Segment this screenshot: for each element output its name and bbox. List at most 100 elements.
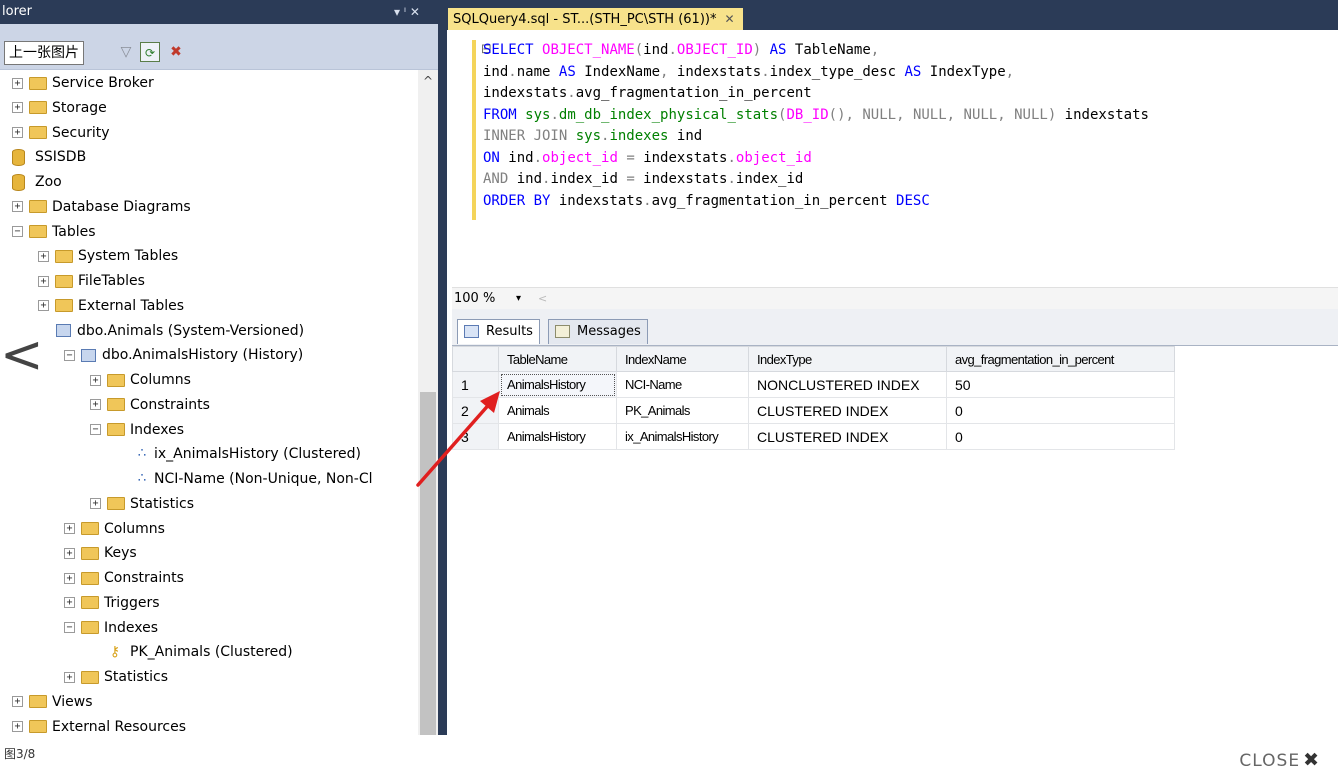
tree-item[interactable]: − dbo.AnimalsHistory (History) xyxy=(64,343,303,367)
table-cell[interactable]: ix_AnimalsHistory xyxy=(616,423,749,450)
tree-item[interactable]: − Indexes xyxy=(90,418,184,442)
expand-icon[interactable]: + xyxy=(38,300,49,312)
window-controls-icon[interactable]: ▾ ᴵ ✕ xyxy=(394,0,420,24)
tree-item[interactable]: + Service Broker xyxy=(12,71,154,95)
code-token: indexstats xyxy=(483,85,568,101)
row-number-header[interactable] xyxy=(452,346,499,372)
column-header[interactable]: IndexName xyxy=(616,346,749,372)
tree-item[interactable]: dbo.Animals (System-Versioned) xyxy=(56,319,304,343)
tab-sqlquery4[interactable]: SQLQuery4.sql - ST...(STH_PC\STH (61))* ✕ xyxy=(448,8,743,30)
close-button[interactable]: CLOSE ✖ xyxy=(1239,749,1320,770)
code-token: ) xyxy=(1047,106,1065,123)
tree-item[interactable]: + Constraints xyxy=(64,566,184,590)
table-cell[interactable]: AnimalsHistory xyxy=(498,423,617,450)
close-tab-icon[interactable]: ✕ xyxy=(724,12,734,26)
tree-item[interactable]: + FileTables xyxy=(38,269,145,293)
tree-item-label: System Tables xyxy=(78,248,179,265)
tree-item[interactable]: Zoo xyxy=(12,170,62,194)
tree-item[interactable]: + Constraints xyxy=(90,393,210,417)
tree-item[interactable]: ∴ NCI-Name (Non-Unique, Non-Cl xyxy=(134,467,373,491)
tab-messages[interactable]: Messages xyxy=(548,319,648,344)
column-header[interactable]: TableName xyxy=(498,346,617,372)
tree-item[interactable]: + External Tables xyxy=(38,294,184,318)
tree-item[interactable]: + Security xyxy=(12,121,110,145)
table-cell[interactable]: CLUSTERED INDEX xyxy=(748,397,947,424)
tree-item[interactable]: + Statistics xyxy=(90,492,194,516)
collapse-icon[interactable]: − xyxy=(64,349,75,361)
tree-item-label: Database Diagrams xyxy=(52,198,191,215)
expand-icon[interactable]: + xyxy=(38,275,49,287)
expand-icon[interactable]: + xyxy=(64,597,75,609)
folder-icon xyxy=(107,497,125,511)
code-line: ON ind.object_id = indexstats.object_id xyxy=(483,148,1149,170)
tree-item[interactable]: ⚷ PK_Animals (Clustered) xyxy=(108,640,293,664)
database-icon xyxy=(12,173,25,191)
stop-icon[interactable]: ✖ xyxy=(166,42,186,62)
tree-item[interactable]: + External Resources xyxy=(12,715,186,736)
collapse-icon[interactable]: − xyxy=(90,424,101,435)
table-cell[interactable]: 0 xyxy=(946,397,1175,424)
zoom-bar: 100 % ▾ < xyxy=(452,287,1338,309)
expand-icon[interactable]: + xyxy=(90,498,101,510)
zoom-dropdown-icon[interactable]: ▾ xyxy=(516,288,521,310)
code-line: FROM sys.dm_db_index_physical_stats(DB_I… xyxy=(483,105,1149,127)
column-header[interactable]: avg_fragmentation_in_percent xyxy=(946,346,1175,372)
annotation-arrow xyxy=(416,391,500,487)
tree-item-label: Security xyxy=(52,124,110,141)
expand-icon[interactable]: + xyxy=(12,696,23,708)
expand-icon[interactable]: + xyxy=(90,374,101,386)
tree-item[interactable]: + System Tables xyxy=(38,244,178,268)
code-token: avg_fragmentation_in_percent xyxy=(575,85,812,101)
expand-icon[interactable]: + xyxy=(12,201,23,213)
expand-icon[interactable]: + xyxy=(12,721,23,732)
tree-item[interactable]: ∴ ix_AnimalsHistory (Clustered) xyxy=(134,442,361,466)
table-cell[interactable]: 50 xyxy=(946,371,1175,398)
tree-item[interactable]: + Database Diagrams xyxy=(12,195,191,219)
previous-image-tooltip[interactable]: 上一张图片 xyxy=(4,41,84,65)
table-cell[interactable]: NONCLUSTERED INDEX xyxy=(748,371,947,398)
table-cell[interactable]: 0 xyxy=(946,423,1175,450)
tree-item[interactable]: + Triggers xyxy=(64,591,160,615)
zoom-level[interactable]: 100 % xyxy=(454,288,495,310)
table-cell[interactable]: NCI-Name xyxy=(616,371,749,398)
tab-results[interactable]: Results xyxy=(457,319,540,344)
tree-item[interactable]: + Keys xyxy=(64,541,137,565)
tree-item[interactable]: + Columns xyxy=(90,368,191,392)
table-icon xyxy=(56,324,71,337)
expand-icon[interactable]: + xyxy=(12,127,23,138)
tree-item[interactable]: + Storage xyxy=(12,96,107,120)
tree-item[interactable]: + Views xyxy=(12,690,93,714)
collapse-icon[interactable]: − xyxy=(12,226,23,237)
refresh-icon[interactable]: ⟳ xyxy=(140,42,160,62)
code-token: IndexName xyxy=(584,63,661,80)
expand-icon[interactable]: + xyxy=(64,572,75,584)
expand-icon[interactable]: + xyxy=(64,523,75,534)
horizontal-scroll-left-icon[interactable]: < xyxy=(538,288,547,310)
scroll-up-icon[interactable]: ^ xyxy=(418,74,438,88)
code-token: . xyxy=(761,63,770,80)
table-cell[interactable]: PK_Animals xyxy=(616,397,749,424)
code-token: DESC xyxy=(896,192,930,209)
table-cell[interactable]: AnimalsHistory xyxy=(498,371,617,398)
filter-icon[interactable]: ▽ xyxy=(116,42,136,62)
previous-image-arrow-icon[interactable]: < xyxy=(0,329,44,381)
expand-icon[interactable]: + xyxy=(12,102,23,114)
sql-code-editor[interactable]: SELECT OBJECT_NAME(ind.OBJECT_ID) AS Tab… xyxy=(483,40,1149,212)
tree-item[interactable]: − Indexes xyxy=(64,616,158,640)
column-header[interactable]: IndexType xyxy=(748,346,947,372)
expand-icon[interactable]: + xyxy=(38,250,49,262)
collapse-icon[interactable]: − xyxy=(64,622,75,633)
expand-icon[interactable]: + xyxy=(64,547,75,559)
expand-icon[interactable]: + xyxy=(12,77,23,89)
folder-icon xyxy=(29,225,47,238)
tree-item[interactable]: − Tables xyxy=(12,220,96,244)
code-line: SELECT OBJECT_NAME(ind.OBJECT_ID) AS Tab… xyxy=(483,40,1149,62)
table-cell[interactable]: Animals xyxy=(498,397,617,424)
expand-icon[interactable]: + xyxy=(90,399,101,411)
expand-icon[interactable]: + xyxy=(64,671,75,683)
tree-item[interactable]: + Statistics xyxy=(64,665,168,689)
object-explorer-tree: + Service Broker + Storage + Security SSISDB Zo… xyxy=(0,70,418,735)
tree-item[interactable]: SSISDB xyxy=(12,145,86,169)
table-cell[interactable]: CLUSTERED INDEX xyxy=(748,423,947,450)
tree-item[interactable]: + Columns xyxy=(64,517,165,541)
